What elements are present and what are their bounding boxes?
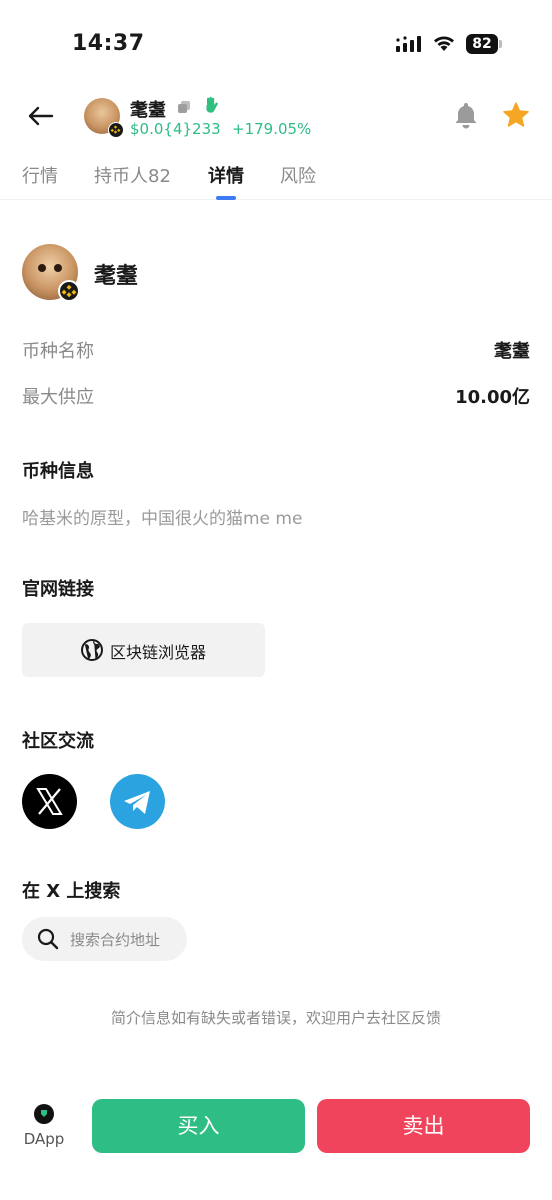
token-name: 耄耋 [130,100,166,121]
raised-hand-icon [206,96,218,113]
token-title: 耄耋 [94,264,139,289]
token-description: 哈基米的原型，中国很火的猫me me [22,509,303,529]
token-price: $0.0{4}233 [130,120,221,138]
battery-level: 82 [466,34,498,54]
status-time: 14:37 [72,31,145,56]
status-bar: 14:37 82 [0,0,552,80]
bsc-chain-icon [108,122,124,138]
row-label: 最大供应 [22,387,94,408]
x-twitter-link[interactable] [22,774,77,829]
explorer-button[interactable]: 区块链浏览器 [22,623,265,677]
row-value: 10.00亿 [455,387,530,408]
wifi-icon [434,36,454,51]
search-placeholder: 搜索合约地址 [70,931,161,949]
active-tab-indicator [216,196,236,200]
token-avatar [84,98,124,138]
tab-holders[interactable]: 持币人82 [94,162,171,188]
sell-button[interactable]: 卖出 [317,1099,530,1153]
explorer-label: 区块链浏览器 [110,643,207,662]
bsc-chain-icon [58,280,80,302]
tab-market[interactable]: 行情 [22,162,58,188]
dapp-button[interactable]: DApp [18,1104,70,1154]
favorite-star-icon[interactable] [502,101,530,129]
dapp-label: DApp [23,1130,65,1148]
token-avatar-large [22,244,80,302]
buy-button[interactable]: 买入 [92,1099,305,1153]
battery-tip [499,40,502,48]
token-header: 耄耋 $0.0{4}233 +179.05% [0,88,552,144]
section-community: 社区交流 [22,731,94,752]
price-change: +179.05% [232,120,312,138]
globe-icon [81,639,103,661]
bottom-action-bar: DApp 买入 卖出 [0,1090,552,1200]
copy-icon[interactable] [178,101,190,113]
telegram-logo-icon [124,791,150,814]
disclaimer-text: 简介信息如有缺失或者错误，欢迎用户去社区反馈 [110,1009,441,1027]
section-website: 官网链接 [22,579,94,600]
back-arrow-icon[interactable] [26,104,56,128]
bell-icon[interactable] [452,100,480,130]
x-logo-icon [36,788,63,815]
tab-risk[interactable]: 风险 [280,162,316,188]
telegram-link[interactable] [110,774,165,829]
section-search-x: 在 X 上搜索 [22,881,121,902]
section-token-info: 币种信息 [22,461,94,482]
search-icon [37,928,59,950]
cellular-signal-icon [396,36,421,52]
tab-bar: 行情 持币人82 详情 风险 [0,158,552,200]
row-value: 耄耋 [494,341,530,362]
dapp-icon [34,1104,54,1124]
search-contract-input[interactable]: 搜索合约地址 [22,917,187,961]
row-label: 币种名称 [22,341,94,362]
tab-details[interactable]: 详情 [208,162,244,188]
